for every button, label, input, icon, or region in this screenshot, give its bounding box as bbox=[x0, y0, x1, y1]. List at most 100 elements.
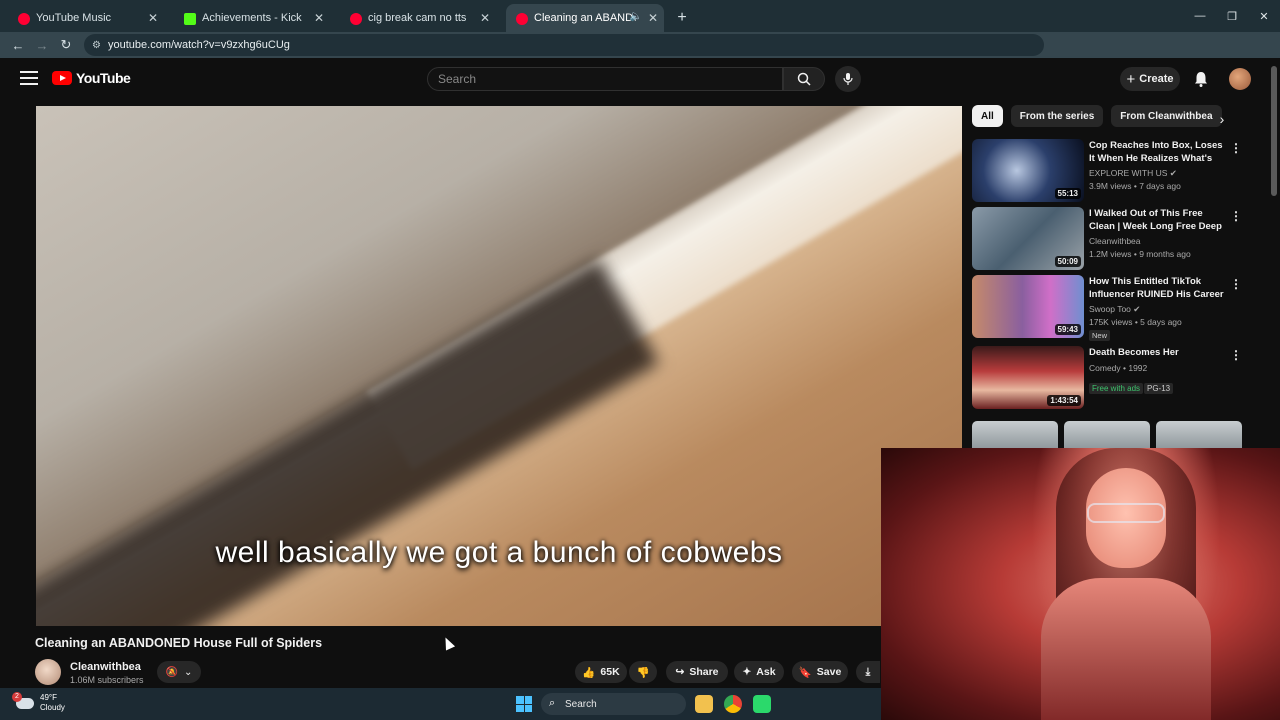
subscriber-count: 1.06M subscribers bbox=[70, 675, 144, 685]
close-tab-icon[interactable]: ✕ bbox=[480, 11, 490, 25]
movie-thumbnail[interactable]: 1:43:54 bbox=[972, 346, 1084, 409]
video-thumbnail[interactable]: 55:13 bbox=[972, 139, 1084, 202]
recommendation-title: Death Becomes Her bbox=[1089, 347, 1179, 358]
video-thumbnail[interactable] bbox=[1156, 421, 1242, 449]
speaker-icon[interactable]: 🔈 bbox=[630, 11, 642, 22]
channel-avatar[interactable] bbox=[35, 659, 61, 685]
weather-widget[interactable]: 2 49°F Cloudy bbox=[12, 691, 65, 713]
notifications-bell-icon[interactable] bbox=[1192, 70, 1210, 88]
chrome-icon[interactable] bbox=[724, 695, 742, 713]
new-tab-button[interactable]: + bbox=[668, 4, 696, 32]
close-tab-icon[interactable]: ✕ bbox=[314, 11, 324, 25]
chip-from-series[interactable]: From the series bbox=[1010, 105, 1104, 127]
video-thumbnail[interactable]: 50:09 bbox=[972, 207, 1084, 270]
browser-tab-bar: YouTube Music ✕ Achievements - Kick Dash… bbox=[0, 0, 1280, 32]
account-avatar[interactable] bbox=[1229, 68, 1251, 90]
recommendation-meta: 175K views • 5 days ago bbox=[1089, 317, 1182, 327]
search-icon bbox=[797, 72, 811, 86]
cloud-icon: 2 bbox=[12, 691, 34, 709]
tab-kick-dashboard[interactable]: Achievements - Kick Dashboard ✕ bbox=[174, 4, 332, 32]
recommendation-item[interactable]: 55:13 Cop Reaches Into Box, Loses It Whe… bbox=[972, 139, 1242, 203]
recommendation-meta: 3.9M views • 7 days ago bbox=[1089, 181, 1181, 191]
dislike-button[interactable]: 👎 bbox=[629, 661, 657, 683]
channel-label: EXPLORE WITH US bbox=[1089, 168, 1168, 178]
thumbs-down-icon: 👎 bbox=[636, 666, 650, 679]
youtube-favicon-icon bbox=[516, 13, 528, 25]
tab-cleaning-abandoned[interactable]: Cleaning an ABANDONED ✕ 🔈 bbox=[506, 4, 664, 32]
search-icon: ⌕ bbox=[549, 697, 556, 709]
tab-cig-break-cam[interactable]: cig break cam no tts getting Ja ✕ bbox=[340, 4, 498, 32]
close-window-icon[interactable]: ✕ bbox=[1248, 0, 1280, 32]
address-bar-row: ← → ↻ ⚙ youtube.com/watch?v=v9zxhg6uCUg … bbox=[0, 32, 1280, 85]
tab-label: YouTube Music bbox=[36, 12, 112, 24]
recommendation-channel: EXPLORE WITH US ✔ bbox=[1089, 168, 1177, 179]
url-field[interactable]: ⚙ youtube.com/watch?v=v9zxhg6uCUg bbox=[84, 34, 1044, 56]
bell-off-icon: 🔕 bbox=[165, 666, 179, 678]
voice-search-button[interactable] bbox=[835, 66, 861, 92]
share-label: Share bbox=[689, 666, 719, 678]
like-button[interactable]: 👍 65K bbox=[575, 661, 627, 683]
rating-badge: PG-13 bbox=[1144, 383, 1174, 394]
window-controls: — ❐ ✕ bbox=[1184, 0, 1280, 32]
video-title: Cleaning an ABANDONED House Full of Spid… bbox=[35, 636, 323, 650]
more-recommendations-row bbox=[972, 421, 1242, 449]
search-input[interactable]: Search bbox=[427, 67, 783, 91]
save-button[interactable]: 🔖 Save bbox=[792, 661, 848, 683]
recommendation-item[interactable]: 50:09 I Walked Out of This Free Clean | … bbox=[972, 207, 1242, 271]
save-label: Save bbox=[816, 666, 842, 678]
close-tab-icon[interactable]: ✕ bbox=[648, 11, 658, 25]
maximize-icon[interactable]: ❐ bbox=[1216, 0, 1248, 32]
youtube-favicon-icon bbox=[350, 13, 362, 25]
video-player[interactable]: well basically we got a bunch of cobwebs bbox=[36, 106, 962, 626]
chip-from-channel[interactable]: From Cleanwithbea bbox=[1111, 105, 1222, 127]
recommendation-channel: Cleanwithbea bbox=[1089, 236, 1141, 246]
windows-start-icon[interactable] bbox=[516, 696, 532, 712]
more-options-icon[interactable]: ⋮ bbox=[1230, 277, 1242, 291]
video-thumbnail[interactable] bbox=[1064, 421, 1150, 449]
youtube-logo[interactable]: YouTube bbox=[52, 70, 131, 86]
recommendation-channel: Swoop Too ✔ bbox=[1089, 304, 1140, 315]
minimize-icon[interactable]: — bbox=[1184, 0, 1216, 32]
file-explorer-icon[interactable] bbox=[695, 695, 713, 713]
create-button[interactable]: + Create bbox=[1120, 67, 1180, 91]
webcam-glasses bbox=[1087, 503, 1165, 523]
download-button[interactable]: ⤓ bbox=[856, 661, 880, 683]
forward-icon[interactable]: → bbox=[30, 38, 54, 53]
channel-name[interactable]: Cleanwithbea bbox=[70, 661, 141, 673]
back-icon[interactable]: ← bbox=[6, 38, 30, 53]
reload-icon[interactable]: ↻ bbox=[54, 37, 78, 53]
close-tab-icon[interactable]: ✕ bbox=[148, 11, 158, 25]
weather-alert-badge: 2 bbox=[12, 691, 22, 702]
search-placeholder: Search bbox=[438, 72, 477, 86]
menu-hamburger-icon[interactable] bbox=[20, 71, 38, 85]
ask-button[interactable]: ✦ Ask bbox=[734, 661, 784, 683]
app-green-icon[interactable] bbox=[753, 695, 771, 713]
weather-text: 49°F Cloudy bbox=[40, 693, 65, 713]
more-options-icon[interactable]: ⋮ bbox=[1230, 141, 1242, 155]
windows-taskbar: 2 49°F Cloudy ⌕ Search bbox=[0, 688, 881, 720]
taskbar-search[interactable]: ⌕ Search bbox=[541, 693, 686, 715]
duration-badge: 50:09 bbox=[1054, 256, 1081, 267]
more-options-icon[interactable]: ⋮ bbox=[1230, 348, 1242, 362]
kick-favicon-icon bbox=[184, 13, 196, 25]
more-options-icon[interactable]: ⋮ bbox=[1230, 209, 1242, 223]
channel-label: Swoop Too bbox=[1089, 304, 1131, 314]
share-button[interactable]: ↪ Share bbox=[666, 661, 728, 683]
share-arrow-icon: ↪ bbox=[675, 666, 685, 678]
tab-youtube-music[interactable]: YouTube Music ✕ bbox=[8, 4, 166, 32]
recommendation-item[interactable]: 1:43:54 Death Becomes Her Comedy • 1992 … bbox=[972, 346, 1242, 410]
recommendation-meta: 1.2M views • 9 months ago bbox=[1089, 249, 1191, 259]
verified-check-icon: ✔ bbox=[1133, 304, 1141, 314]
chip-all[interactable]: All bbox=[972, 105, 1003, 127]
site-info-icon[interactable]: ⚙ bbox=[92, 40, 101, 51]
search-button[interactable] bbox=[783, 67, 825, 91]
subscribed-notifications-button[interactable]: 🔕 ⌄ bbox=[157, 661, 201, 683]
chevron-right-icon[interactable]: › bbox=[1212, 109, 1232, 129]
verified-check-icon: ✔ bbox=[1169, 168, 1177, 178]
tab-label: cig break cam no tts getting Ja bbox=[368, 12, 470, 24]
page-scrollbar[interactable] bbox=[1271, 66, 1277, 196]
filter-chips: All From the series From Cleanwithbea bbox=[972, 105, 1222, 127]
recommendation-item[interactable]: 59:43 How This Entitled TikTok Influence… bbox=[972, 275, 1242, 341]
video-thumbnail[interactable]: 59:43 bbox=[972, 275, 1084, 338]
video-thumbnail[interactable] bbox=[972, 421, 1058, 449]
